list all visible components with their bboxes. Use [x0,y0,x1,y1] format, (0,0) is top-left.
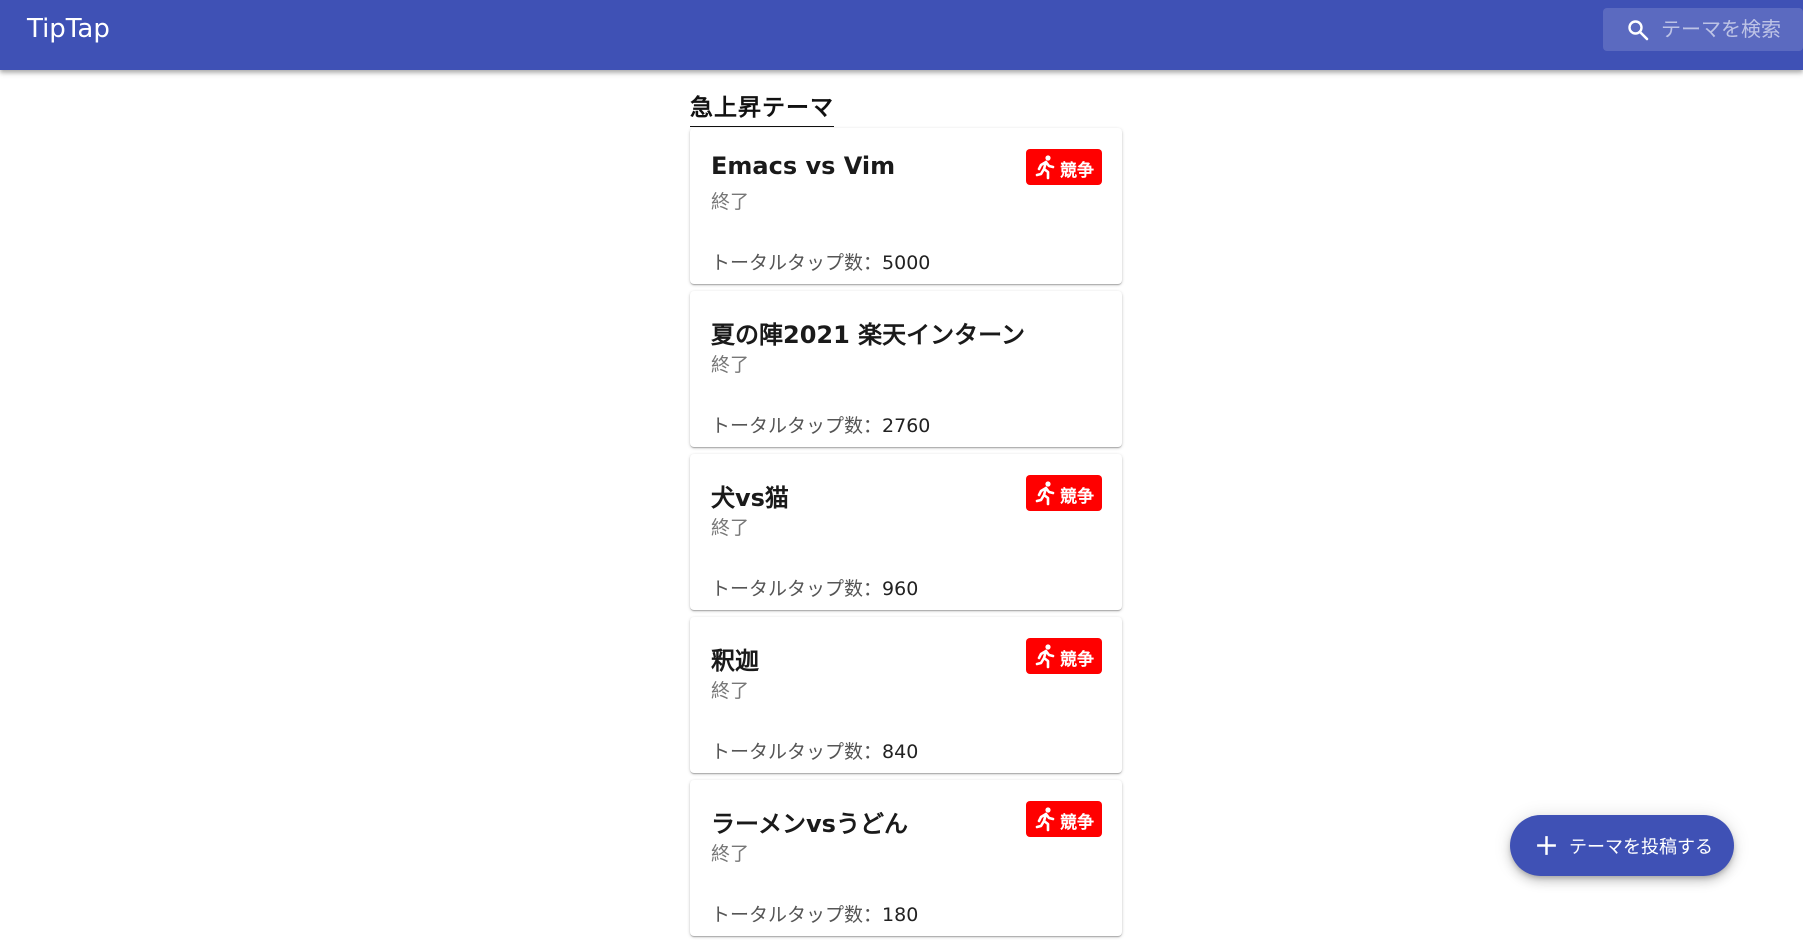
theme-status: 終了 [711,843,750,865]
theme-card[interactable]: ラーメンvsうどん 終了 トータルタップ数：180 競争 [690,780,1122,936]
section-title: 急上昇テーマ [690,88,834,127]
competition-badge: 競争 [1026,149,1102,185]
theme-title: 犬vs猫 [711,484,789,512]
competition-badge: 競争 [1026,638,1102,674]
competition-badge: 競争 [1026,475,1102,511]
theme-title: 釈迦 [711,647,759,675]
theme-title: 夏の陣2021 楽天インターン [711,321,1025,349]
theme-total: トータルタップ数：180 [711,900,918,927]
theme-card[interactable]: 釈迦 終了 トータルタップ数：840 競争 [690,617,1122,773]
theme-total: トータルタップ数：5000 [711,248,930,275]
running-person-icon [1035,481,1055,506]
plus-icon [1537,836,1556,855]
badge-label: 競争 [1060,161,1094,181]
search-box[interactable] [1603,8,1803,51]
total-label: トータルタップ数： [711,578,883,600]
post-theme-button[interactable]: テーマを投稿する [1510,815,1734,876]
total-value: 180 [882,904,919,926]
theme-status: 終了 [711,191,750,213]
running-person-icon [1035,644,1055,669]
search-input[interactable] [1661,15,1801,43]
app-bar: TipTap [0,0,1803,70]
theme-status: 終了 [711,517,750,539]
total-value: 960 [882,578,919,600]
badge-label: 競争 [1060,813,1094,833]
theme-title: Emacs vs Vim [711,152,896,180]
total-label: トータルタップ数： [711,252,883,274]
app-title[interactable]: TipTap [27,14,110,44]
total-label: トータルタップ数： [711,415,883,437]
total-value: 2760 [882,415,931,437]
theme-total: トータルタップ数：840 [711,737,918,764]
running-person-icon [1035,155,1055,180]
theme-card[interactable]: 夏の陣2021 楽天インターン 終了 トータルタップ数：2760 [690,291,1122,447]
total-value: 840 [882,741,919,763]
competition-badge: 競争 [1026,801,1102,837]
theme-title: ラーメンvsうどん [711,810,908,838]
badge-label: 競争 [1060,650,1094,670]
theme-card[interactable]: Emacs vs Vim 終了 トータルタップ数：5000 競争 [690,128,1122,284]
running-person-icon [1035,807,1055,832]
theme-status: 終了 [711,680,750,702]
theme-total: トータルタップ数：2760 [711,411,930,438]
total-label: トータルタップ数： [711,904,883,926]
theme-list: Emacs vs Vim 終了 トータルタップ数：5000 競争 夏の陣2021… [690,128,1122,943]
theme-total: トータルタップ数：960 [711,574,918,601]
theme-status: 終了 [711,354,750,376]
total-value: 5000 [882,252,931,274]
post-theme-label: テーマを投稿する [1569,837,1713,858]
search-icon [1628,20,1649,41]
badge-label: 競争 [1060,487,1094,507]
total-label: トータルタップ数： [711,741,883,763]
theme-card[interactable]: 犬vs猫 終了 トータルタップ数：960 競争 [690,454,1122,610]
